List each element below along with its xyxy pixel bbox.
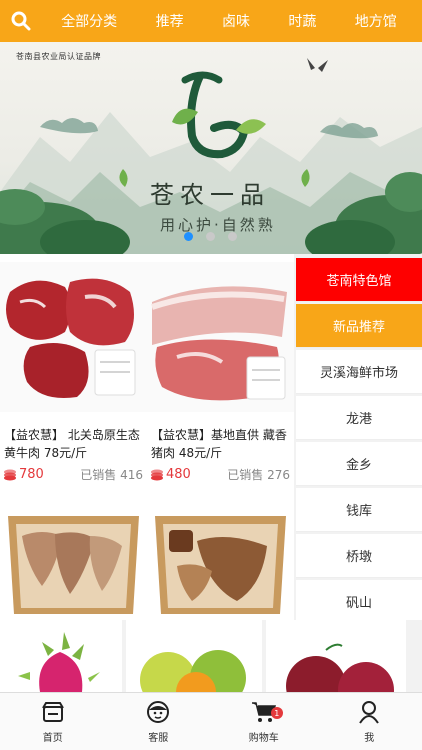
product-name: 【益农慧】 北关岛原生态黄牛肉 78元/斤	[4, 428, 140, 460]
menu-fanshan[interactable]: 矾山	[296, 580, 422, 624]
tab-cart[interactable]: 1 购物车	[211, 693, 317, 750]
product-price-value: 480	[166, 467, 191, 482]
nav-local-pavilion[interactable]: 地方馆	[355, 11, 397, 31]
tab-cart-label: 购物车	[248, 733, 279, 744]
product-sold-count: 已销售 416	[80, 468, 143, 482]
product-card[interactable]: 【益农慧】 北关岛原生态黄牛肉 78元/斤 780 已销售 416	[0, 262, 147, 483]
tab-customer-service[interactable]: 客服	[106, 693, 212, 750]
top-nav-bar: 全部分类 推荐 卤味 时蔬 地方馆	[0, 0, 422, 42]
tab-home[interactable]: 首页	[0, 693, 106, 750]
product-image-braised-meat-box	[0, 506, 147, 620]
carousel-dots	[184, 232, 244, 242]
nav-recommend[interactable]: 推荐	[156, 11, 184, 31]
carousel-dot[interactable]	[228, 232, 237, 241]
menu-jinxiang[interactable]: 金乡	[296, 442, 422, 486]
product-image-pork	[147, 262, 294, 412]
menu-qiaodun[interactable]: 桥墩	[296, 534, 422, 578]
product-image-beef	[0, 262, 147, 412]
bottom-tab-bar: 首页 客服 1 购物车 我	[0, 692, 422, 750]
product-name: 【益农慧】基地直供 藏香猪肉 48元/斤	[151, 428, 287, 460]
fruit-card-citrus[interactable]	[126, 620, 262, 692]
fruit-product-row	[0, 620, 422, 692]
tab-me[interactable]: 我	[317, 693, 422, 750]
certification-text: 苍南县农业局认证品牌	[16, 52, 101, 61]
brand-title: 苍农一品	[150, 181, 270, 209]
nav-all-categories[interactable]: 全部分类	[61, 11, 117, 31]
cart-badge: 1	[270, 707, 283, 719]
customer-service-icon	[147, 701, 170, 723]
nav-vegetables[interactable]: 时蔬	[288, 11, 316, 31]
coin-icon	[4, 469, 16, 480]
tab-customer-service-label: 客服	[148, 733, 169, 744]
tab-home-label: 首页	[42, 733, 63, 744]
product-grid: 【益农慧】 北关岛原生态黄牛肉 78元/斤 780 已销售 416 【益农慧】基…	[0, 254, 294, 620]
banner-carousel[interactable]: 苍南县农业局认证品牌 苍农一品 用心护·自然熟	[0, 42, 422, 254]
carousel-dot[interactable]	[206, 232, 215, 241]
product-card[interactable]: 【益农慧】基地直供 藏香猪肉 48元/斤 480 已销售 276	[147, 262, 294, 483]
product-card[interactable]	[147, 506, 294, 620]
brand-logo-mark	[172, 71, 266, 159]
carousel-dot-active[interactable]	[184, 232, 193, 241]
product-image-braised-duck-box	[147, 506, 294, 620]
menu-cangnan-pavilion[interactable]: 苍南特色馆	[296, 258, 422, 302]
fruit-card-dragonfruit[interactable]	[0, 620, 122, 692]
coin-icon	[151, 469, 163, 480]
menu-qianku[interactable]: 钱库	[296, 488, 422, 532]
nav-braised[interactable]: 卤味	[222, 11, 250, 31]
user-icon	[359, 701, 380, 724]
product-price: 780	[3, 467, 44, 482]
fruit-card-passionfruit[interactable]	[266, 620, 406, 692]
product-sold-count: 已销售 276	[227, 468, 290, 482]
menu-new-recommend[interactable]: 新品推荐	[296, 304, 422, 348]
product-price-value: 780	[19, 467, 44, 482]
home-store-icon	[41, 702, 64, 722]
menu-longgang[interactable]: 龙港	[296, 396, 422, 440]
search-button[interactable]	[0, 0, 42, 42]
search-icon	[11, 11, 31, 31]
menu-lingxi-seafood[interactable]: 灵溪海鲜市场	[296, 350, 422, 394]
product-price: 480	[150, 467, 191, 482]
product-card[interactable]	[0, 506, 147, 620]
tab-me-label: 我	[364, 733, 375, 744]
side-category-menu: 苍南特色馆 新品推荐 灵溪海鲜市场 龙港 金乡 钱库 桥墩 矾山	[296, 258, 422, 626]
